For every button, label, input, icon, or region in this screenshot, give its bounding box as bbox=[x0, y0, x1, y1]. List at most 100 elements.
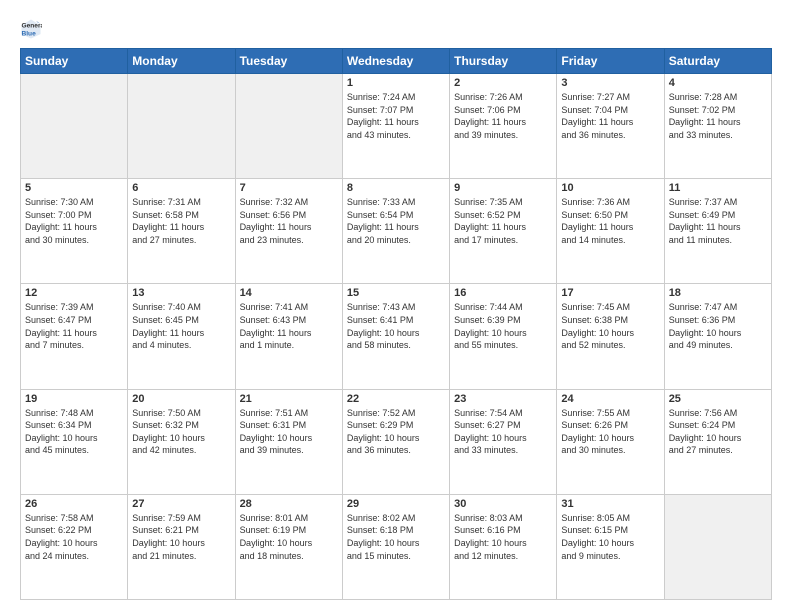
day-number: 21 bbox=[240, 393, 338, 405]
day-number: 17 bbox=[561, 287, 659, 299]
day-number: 15 bbox=[347, 287, 445, 299]
day-number: 13 bbox=[132, 287, 230, 299]
calendar-cell: 24 Sunrise: 7:55 AM Sunset: 6:26 PM Dayli… bbox=[557, 389, 664, 494]
day-number: 29 bbox=[347, 498, 445, 510]
day-info: Sunrise: 7:39 AM Sunset: 6:47 PM Dayligh… bbox=[25, 301, 123, 351]
day-number: 31 bbox=[561, 498, 659, 510]
day-info: Sunrise: 7:33 AM Sunset: 6:54 PM Dayligh… bbox=[347, 196, 445, 246]
day-number: 9 bbox=[454, 182, 552, 194]
day-info: Sunrise: 8:05 AM Sunset: 6:15 PM Dayligh… bbox=[561, 512, 659, 562]
day-info: Sunrise: 7:48 AM Sunset: 6:34 PM Dayligh… bbox=[25, 407, 123, 457]
calendar-cell: 11Sunrise: 7:37 AM Sunset: 6:49 PM Dayli… bbox=[664, 179, 771, 284]
day-number: 16 bbox=[454, 287, 552, 299]
calendar-cell: 25 Sunrise: 7:56 AM Sunset: 6:24 PM Dayli… bbox=[664, 389, 771, 494]
day-info: Sunrise: 7:31 AM Sunset: 6:58 PM Dayligh… bbox=[132, 196, 230, 246]
day-info: Sunrise: 7:44 AM Sunset: 6:39 PM Dayligh… bbox=[454, 301, 552, 351]
col-header-thursday: Thursday bbox=[450, 49, 557, 74]
day-info: Sunrise: 7:54 AM Sunset: 6:27 PM Dayligh… bbox=[454, 407, 552, 457]
day-number: 23 bbox=[454, 393, 552, 405]
col-header-tuesday: Tuesday bbox=[235, 49, 342, 74]
day-number: 3 bbox=[561, 77, 659, 89]
day-number: 8 bbox=[347, 182, 445, 194]
day-info: Sunrise: 7:36 AM Sunset: 6:50 PM Dayligh… bbox=[561, 196, 659, 246]
day-info: Sunrise: 7:28 AM Sunset: 7:02 PM Dayligh… bbox=[669, 91, 767, 141]
calendar-week-3: 19 Sunrise: 7:48 AM Sunset: 6:34 PM Dayli… bbox=[21, 389, 772, 494]
day-info: Sunrise: 7:41 AM Sunset: 6:43 PM Dayligh… bbox=[240, 301, 338, 351]
page: General Blue SundayMondayTuesdayWednesda… bbox=[0, 0, 792, 612]
calendar-cell: 4 Sunrise: 7:28 AM Sunset: 7:02 PM Daylig… bbox=[664, 74, 771, 179]
calendar-cell bbox=[664, 494, 771, 599]
calendar-cell: 21 Sunrise: 7:51 AM Sunset: 6:31 PM Dayli… bbox=[235, 389, 342, 494]
day-info: Sunrise: 7:51 AM Sunset: 6:31 PM Dayligh… bbox=[240, 407, 338, 457]
day-info: Sunrise: 7:40 AM Sunset: 6:45 PM Dayligh… bbox=[132, 301, 230, 351]
calendar-cell: 14 Sunrise: 7:41 AM Sunset: 6:43 PM Dayli… bbox=[235, 284, 342, 389]
day-number: 6 bbox=[132, 182, 230, 194]
day-info: Sunrise: 7:37 AM Sunset: 6:49 PM Dayligh… bbox=[669, 196, 767, 246]
calendar-cell: 31 Sunrise: 8:05 AM Sunset: 6:15 PM Dayli… bbox=[557, 494, 664, 599]
calendar-cell: 3 Sunrise: 7:27 AM Sunset: 7:04 PM Daylig… bbox=[557, 74, 664, 179]
calendar-cell: 7Sunrise: 7:32 AM Sunset: 6:56 PM Daylig… bbox=[235, 179, 342, 284]
col-header-monday: Monday bbox=[128, 49, 235, 74]
calendar-cell bbox=[21, 74, 128, 179]
day-number: 5 bbox=[25, 182, 123, 194]
calendar-cell: 16 Sunrise: 7:44 AM Sunset: 6:39 PM Dayli… bbox=[450, 284, 557, 389]
col-header-saturday: Saturday bbox=[664, 49, 771, 74]
day-number: 4 bbox=[669, 77, 767, 89]
day-number: 27 bbox=[132, 498, 230, 510]
day-info: Sunrise: 8:02 AM Sunset: 6:18 PM Dayligh… bbox=[347, 512, 445, 562]
calendar-cell: 18Sunrise: 7:47 AM Sunset: 6:36 PM Dayli… bbox=[664, 284, 771, 389]
day-info: Sunrise: 7:50 AM Sunset: 6:32 PM Dayligh… bbox=[132, 407, 230, 457]
calendar-cell bbox=[128, 74, 235, 179]
header: General Blue bbox=[20, 18, 772, 40]
day-number: 2 bbox=[454, 77, 552, 89]
day-info: Sunrise: 7:59 AM Sunset: 6:21 PM Dayligh… bbox=[132, 512, 230, 562]
col-header-sunday: Sunday bbox=[21, 49, 128, 74]
calendar-cell: 26Sunrise: 7:58 AM Sunset: 6:22 PM Dayli… bbox=[21, 494, 128, 599]
day-info: Sunrise: 7:45 AM Sunset: 6:38 PM Dayligh… bbox=[561, 301, 659, 351]
calendar-week-0: 1Sunrise: 7:24 AM Sunset: 7:07 PM Daylig… bbox=[21, 74, 772, 179]
day-info: Sunrise: 7:30 AM Sunset: 7:00 PM Dayligh… bbox=[25, 196, 123, 246]
day-number: 14 bbox=[240, 287, 338, 299]
calendar-cell: 15Sunrise: 7:43 AM Sunset: 6:41 PM Dayli… bbox=[342, 284, 449, 389]
day-number: 25 bbox=[669, 393, 767, 405]
day-number: 19 bbox=[25, 393, 123, 405]
calendar-cell: 20 Sunrise: 7:50 AM Sunset: 6:32 PM Dayli… bbox=[128, 389, 235, 494]
calendar-cell: 29 Sunrise: 8:02 AM Sunset: 6:18 PM Dayli… bbox=[342, 494, 449, 599]
logo: General Blue bbox=[20, 18, 46, 40]
svg-text:Blue: Blue bbox=[21, 31, 36, 38]
generalblue-icon: General Blue bbox=[20, 18, 42, 40]
day-info: Sunrise: 7:56 AM Sunset: 6:24 PM Dayligh… bbox=[669, 407, 767, 457]
day-info: Sunrise: 7:58 AM Sunset: 6:22 PM Dayligh… bbox=[25, 512, 123, 562]
day-number: 24 bbox=[561, 393, 659, 405]
calendar-cell: 23 Sunrise: 7:54 AM Sunset: 6:27 PM Dayli… bbox=[450, 389, 557, 494]
calendar-cell: 22 Sunrise: 7:52 AM Sunset: 6:29 PM Dayli… bbox=[342, 389, 449, 494]
calendar-cell: 9Sunrise: 7:35 AM Sunset: 6:52 PM Daylig… bbox=[450, 179, 557, 284]
calendar-cell: 17 Sunrise: 7:45 AM Sunset: 6:38 PM Dayli… bbox=[557, 284, 664, 389]
day-info: Sunrise: 7:55 AM Sunset: 6:26 PM Dayligh… bbox=[561, 407, 659, 457]
day-number: 22 bbox=[347, 393, 445, 405]
svg-text:General: General bbox=[21, 23, 42, 30]
day-info: Sunrise: 8:01 AM Sunset: 6:19 PM Dayligh… bbox=[240, 512, 338, 562]
calendar-cell: 8 Sunrise: 7:33 AM Sunset: 6:54 PM Daylig… bbox=[342, 179, 449, 284]
day-info: Sunrise: 7:32 AM Sunset: 6:56 PM Dayligh… bbox=[240, 196, 338, 246]
calendar-cell: 5 Sunrise: 7:30 AM Sunset: 7:00 PM Daylig… bbox=[21, 179, 128, 284]
calendar-cell: 27 Sunrise: 7:59 AM Sunset: 6:21 PM Dayli… bbox=[128, 494, 235, 599]
col-header-wednesday: Wednesday bbox=[342, 49, 449, 74]
calendar-cell: 10 Sunrise: 7:36 AM Sunset: 6:50 PM Dayli… bbox=[557, 179, 664, 284]
calendar-cell: 1Sunrise: 7:24 AM Sunset: 7:07 PM Daylig… bbox=[342, 74, 449, 179]
calendar-cell: 19 Sunrise: 7:48 AM Sunset: 6:34 PM Dayli… bbox=[21, 389, 128, 494]
calendar-table: SundayMondayTuesdayWednesdayThursdayFrid… bbox=[20, 48, 772, 600]
day-number: 20 bbox=[132, 393, 230, 405]
calendar-cell: 12 Sunrise: 7:39 AM Sunset: 6:47 PM Dayli… bbox=[21, 284, 128, 389]
day-info: Sunrise: 7:52 AM Sunset: 6:29 PM Dayligh… bbox=[347, 407, 445, 457]
day-number: 10 bbox=[561, 182, 659, 194]
day-info: Sunrise: 7:24 AM Sunset: 7:07 PM Dayligh… bbox=[347, 91, 445, 141]
day-info: Sunrise: 7:27 AM Sunset: 7:04 PM Dayligh… bbox=[561, 91, 659, 141]
day-number: 12 bbox=[25, 287, 123, 299]
calendar-cell: 30Sunrise: 8:03 AM Sunset: 6:16 PM Dayli… bbox=[450, 494, 557, 599]
calendar-cell: 2 Sunrise: 7:26 AM Sunset: 7:06 PM Daylig… bbox=[450, 74, 557, 179]
calendar-cell: 6 Sunrise: 7:31 AM Sunset: 6:58 PM Daylig… bbox=[128, 179, 235, 284]
day-info: Sunrise: 7:26 AM Sunset: 7:06 PM Dayligh… bbox=[454, 91, 552, 141]
day-number: 30 bbox=[454, 498, 552, 510]
calendar-week-1: 5 Sunrise: 7:30 AM Sunset: 7:00 PM Daylig… bbox=[21, 179, 772, 284]
